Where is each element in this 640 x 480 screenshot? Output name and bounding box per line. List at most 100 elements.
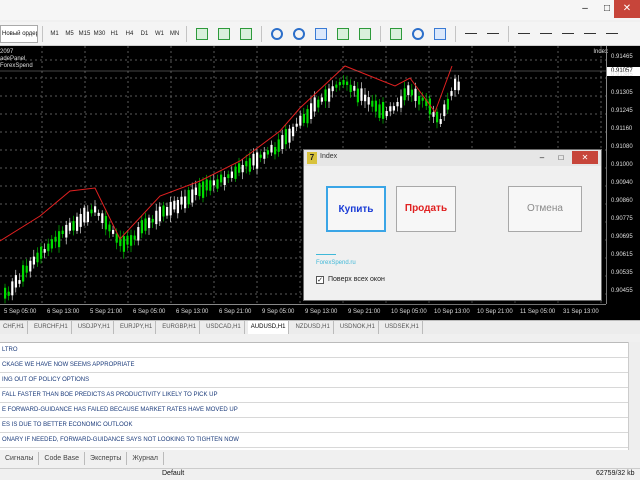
- symbol-tab[interactable]: AUDUSD,H1: [247, 321, 290, 334]
- zoom-out-icon[interactable]: [291, 26, 307, 42]
- candle-body: [320, 97, 323, 102]
- candle-body: [266, 150, 269, 155]
- maximize-icon[interactable]: □: [553, 151, 569, 164]
- timeframe-d1[interactable]: D1: [137, 25, 152, 43]
- line-chart-icon[interactable]: [238, 26, 254, 42]
- always-on-top-checkbox[interactable]: ✓: [316, 276, 324, 284]
- candle-body: [371, 100, 374, 107]
- news-row[interactable]: E FORWARD-GUIDANCE HAS FAILED BECAUSE MA…: [0, 403, 628, 418]
- news-row[interactable]: FALL FASTER THAN BOE PREDICTS AS PRODUCT…: [0, 388, 628, 403]
- candle-body: [122, 236, 125, 252]
- candle-body: [108, 224, 111, 232]
- terminal-tab[interactable]: Журнал: [127, 452, 164, 465]
- site-link[interactable]: ForexSpend.ru: [316, 260, 356, 266]
- candles-icon[interactable]: [216, 26, 232, 42]
- candle-body: [410, 89, 413, 96]
- text-tool-icon[interactable]: [604, 26, 620, 42]
- candle-body: [194, 187, 197, 195]
- symbol-tab[interactable]: USDNOK,H1: [337, 321, 379, 334]
- channel-icon[interactable]: [582, 26, 598, 42]
- cursor-icon[interactable]: [463, 26, 479, 42]
- candle-body: [378, 104, 381, 118]
- timeframe-w1[interactable]: W1: [152, 25, 167, 43]
- sell-button[interactable]: Продать: [396, 186, 456, 232]
- news-row[interactable]: ING OUT OF POLICY OPTIONS: [0, 373, 628, 388]
- price-tick-label: 0.91080: [611, 144, 633, 150]
- timeframe-m30[interactable]: M30: [92, 25, 107, 43]
- candle-body: [356, 88, 359, 103]
- news-list: LTRO CKAGE WE HAVE NOW SEEMS APPROPRIATE I…: [0, 342, 628, 450]
- timeframe-h1[interactable]: H1: [107, 25, 122, 43]
- candle-body: [173, 200, 176, 210]
- minimize-icon[interactable]: –: [574, 0, 596, 18]
- buy-button[interactable]: Купить: [326, 186, 386, 232]
- zoom-in-icon[interactable]: [269, 26, 285, 42]
- candle-body: [414, 88, 417, 101]
- autoscroll-icon[interactable]: [335, 26, 351, 42]
- candle-body: [277, 139, 280, 152]
- cancel-button[interactable]: Отмена: [508, 186, 582, 232]
- candle-body: [443, 104, 446, 117]
- time-axis[interactable]: 5 Sep 05:00 6 Sep 13:00 5 Sep 21:00 6 Sep 0…: [0, 304, 606, 320]
- symbol-tab[interactable]: CHF,H1: [0, 321, 29, 334]
- symbol-tab[interactable]: USDCAD,H1: [203, 321, 245, 334]
- candle-body: [32, 256, 35, 265]
- close-icon[interactable]: ✕: [572, 151, 598, 164]
- candle-body: [155, 210, 158, 225]
- price-axis[interactable]: 0.91057 0.91465 0.91385 0.91305 0.91245 0.91…: [606, 46, 640, 304]
- candle-body: [61, 230, 64, 235]
- symbol-tab[interactable]: EURGBP,H1: [159, 321, 201, 334]
- candle-body: [234, 166, 237, 179]
- symbol-tab[interactable]: EURJPY,H1: [117, 321, 157, 334]
- timeframe-m15[interactable]: M15: [77, 25, 92, 43]
- symbol-tab[interactable]: EURCHF,H1: [31, 321, 72, 334]
- timeframe-m1[interactable]: M1: [47, 25, 62, 43]
- crosshair-icon[interactable]: [485, 26, 501, 42]
- horizontal-line-icon[interactable]: [538, 26, 554, 42]
- candle-body: [212, 180, 215, 186]
- tile-windows-icon[interactable]: [313, 26, 329, 42]
- bar-chart-icon[interactable]: [194, 26, 210, 42]
- candle-body: [101, 213, 104, 224]
- news-row[interactable]: CKAGE WE HAVE NOW SEEMS APPROPRIATE: [0, 358, 628, 373]
- dialog-title-bar[interactable]: 7 Index – □ ✕: [304, 150, 601, 166]
- terminal-tab[interactable]: Эксперты: [85, 452, 128, 465]
- news-scrollbar[interactable]: [628, 342, 640, 450]
- trendline-icon[interactable]: [560, 26, 576, 42]
- periods-icon[interactable]: [410, 26, 426, 42]
- minimize-icon[interactable]: –: [534, 151, 550, 164]
- news-row[interactable]: ES IS DUE TO BETTER ECONOMIC OUTLOOK: [0, 418, 628, 433]
- candle-body: [7, 291, 10, 296]
- templates-icon[interactable]: [432, 26, 448, 42]
- symbol-tab[interactable]: NZDUSD,H1: [292, 321, 334, 334]
- candle-body: [166, 206, 169, 216]
- candle-body: [324, 89, 327, 102]
- terminal-tab[interactable]: Сигналы: [0, 452, 40, 465]
- candle-body: [349, 84, 352, 93]
- terminal-tab[interactable]: Code Base: [39, 452, 86, 465]
- candle-body: [367, 97, 370, 105]
- chart-shift-icon[interactable]: [357, 26, 373, 42]
- candle-body: [68, 222, 71, 231]
- close-icon[interactable]: ✕: [614, 0, 640, 18]
- time-tick-label: 5 Sep 05:00: [4, 309, 37, 315]
- timeframe-mn[interactable]: MN: [167, 25, 182, 43]
- candle-body: [72, 221, 75, 231]
- traffic-status: 62759/32 kb: [596, 470, 635, 477]
- time-tick-label: 6 Sep 21:00: [219, 309, 252, 315]
- symbol-tab[interactable]: USDJPY,H1: [75, 321, 114, 334]
- candle-body: [299, 115, 302, 126]
- indicators-icon[interactable]: [388, 26, 404, 42]
- candle-body: [439, 119, 442, 124]
- news-row[interactable]: ONARY IF NEEDED, FORWARD-GUIDANCE SAYS N…: [0, 433, 628, 448]
- vertical-line-icon[interactable]: [516, 26, 532, 42]
- news-row[interactable]: LTRO: [0, 343, 628, 358]
- timeframe-h4[interactable]: H4: [122, 25, 137, 43]
- timeframe-m5[interactable]: M5: [62, 25, 77, 43]
- time-tick-label: 31 Sep 13:00: [563, 309, 599, 315]
- candle-body: [270, 144, 273, 153]
- candle-body: [338, 82, 341, 86]
- price-tick-label: 0.91385: [611, 72, 633, 78]
- symbol-tab[interactable]: USDSEK,H1: [382, 321, 423, 334]
- new-order-button[interactable]: Новый ордер: [0, 24, 38, 43]
